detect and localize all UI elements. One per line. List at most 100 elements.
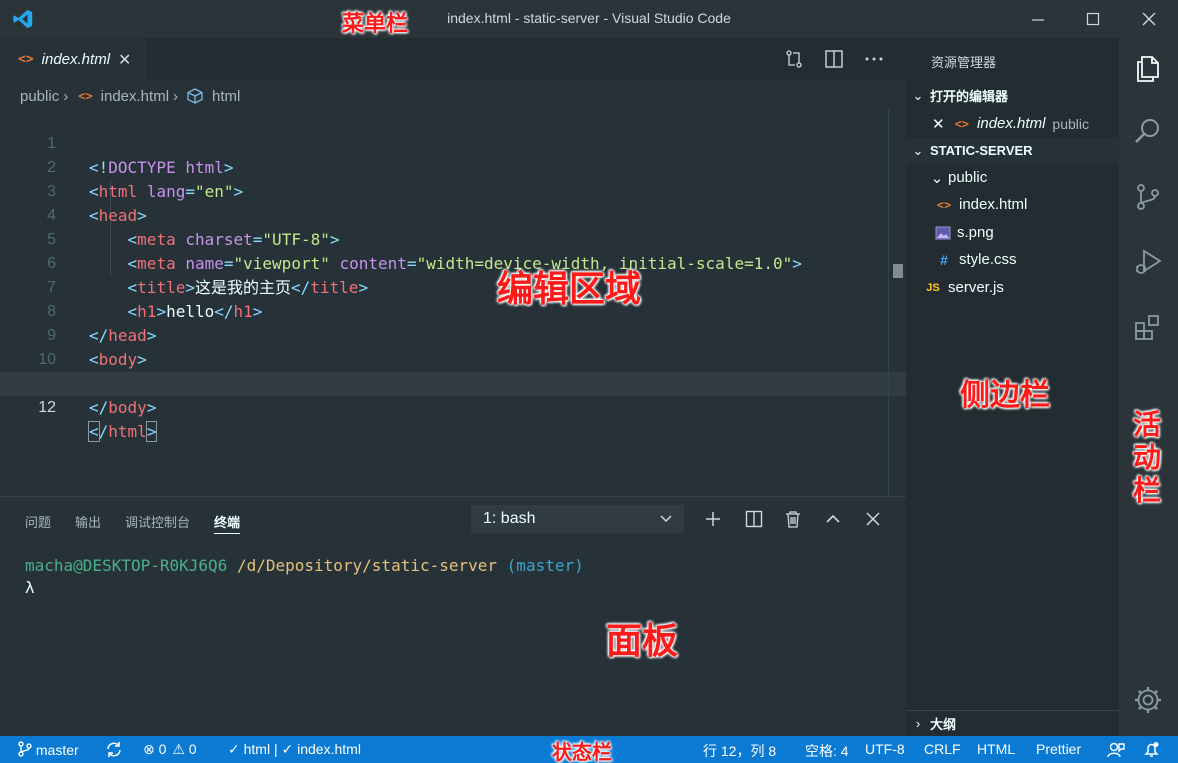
- annotation-activity-bar: 活动栏: [1133, 408, 1162, 507]
- maximize-panel-icon[interactable]: [823, 509, 843, 529]
- outline-label: 大纲: [930, 716, 957, 732]
- problems-item[interactable]: ⊗ 0 ⚠ 0: [143, 741, 197, 758]
- formatter[interactable]: Prettier: [1036, 741, 1081, 757]
- code-line[interactable]: 1 <!DOCTYPE html>: [0, 108, 906, 177]
- chevron-down-icon: ⌄: [912, 142, 924, 158]
- terminal-path: /d/Depository/static-server: [236, 556, 498, 575]
- close-window-button[interactable]: [1121, 0, 1177, 38]
- code-line[interactable]: 11 </body>: [0, 348, 906, 417]
- file-label: s.png: [957, 224, 994, 241]
- tab-label: index.html: [41, 51, 111, 68]
- split-terminal-icon[interactable]: [744, 509, 764, 529]
- workspace-header[interactable]: ⌄ STATIC-SERVER: [906, 138, 1119, 163]
- branch-label: master: [35, 742, 79, 758]
- chevron-down-icon: ⌄: [912, 87, 924, 103]
- open-editors-label: 打开的编辑器: [930, 89, 1009, 104]
- tree-file-style-css[interactable]: # style.css: [906, 246, 1119, 273]
- close-panel-icon[interactable]: [863, 509, 883, 529]
- split-editor-icon[interactable]: [823, 48, 845, 70]
- tree-file-server-js[interactable]: JS server.js: [906, 274, 1119, 301]
- title-bar: index.html - static-server - Visual Stud…: [0, 0, 1178, 38]
- tab-debug-console[interactable]: 调试控制台: [125, 512, 190, 534]
- code-line[interactable]: 9 <body>: [0, 300, 906, 369]
- code-line[interactable]: 3 <head>: [0, 156, 906, 225]
- cursor-position[interactable]: 行 12，列 8: [703, 741, 776, 761]
- bell-icon[interactable]: [1143, 741, 1160, 758]
- breadcrumb-symbol[interactable]: html: [212, 88, 240, 105]
- open-editors-header[interactable]: ⌄ 打开的编辑器: [906, 83, 1119, 108]
- panel: 问题 输出 调试控制台 终端 1: bash macha@DESKTOP-R0K…: [0, 496, 906, 736]
- code-line-active[interactable]: 12 </html>: [0, 372, 906, 442]
- breadcrumb-folder[interactable]: public: [20, 88, 59, 105]
- new-terminal-icon[interactable]: [703, 509, 723, 529]
- open-editor-file: index.html: [977, 115, 1046, 132]
- chevron-down-icon: [660, 515, 672, 523]
- maximize-button[interactable]: [1065, 0, 1121, 38]
- code-line[interactable]: 7 <h1>hello</h1>: [0, 252, 906, 321]
- file-label: index.html: [959, 196, 1028, 213]
- terminal-output[interactable]: macha@DESKTOP-R0KJ6Q6 /d/Depository/stat…: [25, 555, 584, 599]
- code-line[interactable]: 5 <meta name="viewport" content="width=d…: [0, 204, 906, 273]
- extensions-icon[interactable]: [1132, 311, 1164, 343]
- language-mode[interactable]: HTML: [977, 741, 1015, 757]
- indentation[interactable]: 空格: 4: [805, 741, 849, 761]
- chevron-right-icon: ›: [63, 87, 69, 105]
- code-line[interactable]: 2 <html lang="en">: [0, 132, 906, 201]
- source-control-icon[interactable]: [1132, 181, 1164, 213]
- explorer-icon[interactable]: [1132, 52, 1164, 84]
- validation-item[interactable]: ✓ html | ✓ index.html: [228, 741, 361, 758]
- tree-folder-public[interactable]: ⌄ public: [906, 164, 1119, 191]
- trash-icon[interactable]: [783, 509, 803, 529]
- warning-count: 0: [188, 741, 197, 757]
- html-file-icon: <>: [78, 89, 93, 103]
- code-line[interactable]: 4 <meta charset="UTF-8">: [0, 180, 906, 249]
- tab-close-icon[interactable]: ✕: [118, 50, 131, 70]
- tab-terminal[interactable]: 终端: [214, 512, 241, 534]
- code-line[interactable]: 10: [0, 324, 906, 368]
- end-of-line[interactable]: CRLF: [924, 741, 961, 757]
- tree-file-s-png[interactable]: s.png: [906, 219, 1119, 246]
- gear-icon[interactable]: [1132, 684, 1164, 716]
- outline-header[interactable]: › 大纲: [906, 710, 1119, 735]
- minimize-button[interactable]: [1010, 0, 1066, 38]
- tab-problems[interactable]: 问题: [25, 512, 51, 534]
- breadcrumb: public › <> index.html › html: [20, 86, 240, 106]
- overview-ruler-marker: [893, 264, 903, 278]
- close-icon[interactable]: ✕: [932, 115, 945, 133]
- workspace-label: STATIC-SERVER: [930, 143, 1033, 158]
- more-actions-icon[interactable]: [863, 48, 885, 70]
- sync-icon[interactable]: [105, 741, 123, 758]
- tab-index-html[interactable]: <> index.html ✕: [0, 38, 147, 81]
- minimize-icon: [1032, 19, 1044, 21]
- open-editor-item[interactable]: ✕ <> index.html public: [906, 110, 1119, 137]
- tree-file-index-html[interactable]: <> index.html: [906, 191, 1119, 218]
- css-file-icon: #: [940, 251, 948, 268]
- check-icon: ✓: [281, 741, 294, 757]
- feedback-icon[interactable]: [1107, 741, 1125, 758]
- html-file-icon: <>: [936, 197, 952, 212]
- panel-tabs: 问题 输出 调试控制台 终端: [25, 512, 241, 534]
- breadcrumb-file[interactable]: index.html: [101, 88, 169, 105]
- annotation-status-bar: 状态栏: [552, 740, 612, 763]
- open-changes-icon[interactable]: [783, 48, 805, 70]
- activity-bar: [1119, 38, 1178, 736]
- html-file-icon: <>: [954, 116, 970, 131]
- run-debug-icon[interactable]: [1132, 246, 1164, 278]
- annotation-menu-bar: 菜单栏: [342, 12, 409, 37]
- annotation-sidebar: 侧边栏: [960, 378, 1050, 413]
- encoding[interactable]: UTF-8: [865, 741, 905, 757]
- html-file-icon: <>: [18, 52, 34, 67]
- check-icon: ✓: [228, 741, 240, 757]
- js-file-icon: JS: [926, 281, 940, 294]
- code-line[interactable]: 6 <title>这是我的主页</title>: [0, 228, 906, 297]
- branch-icon: [18, 741, 32, 757]
- annotation-panel: 面板: [606, 621, 679, 662]
- tab-output[interactable]: 输出: [75, 512, 101, 534]
- code-line[interactable]: 8 </head>: [0, 276, 906, 345]
- search-icon[interactable]: [1132, 115, 1164, 147]
- maximize-icon: [1086, 12, 1100, 26]
- terminal-select[interactable]: 1: bash: [471, 505, 684, 533]
- editor-area[interactable]: 1 <!DOCTYPE html> 2 <html lang="en"> 3 <…: [0, 108, 906, 496]
- branch-item[interactable]: master: [18, 741, 79, 758]
- file-label: style.css: [959, 251, 1017, 268]
